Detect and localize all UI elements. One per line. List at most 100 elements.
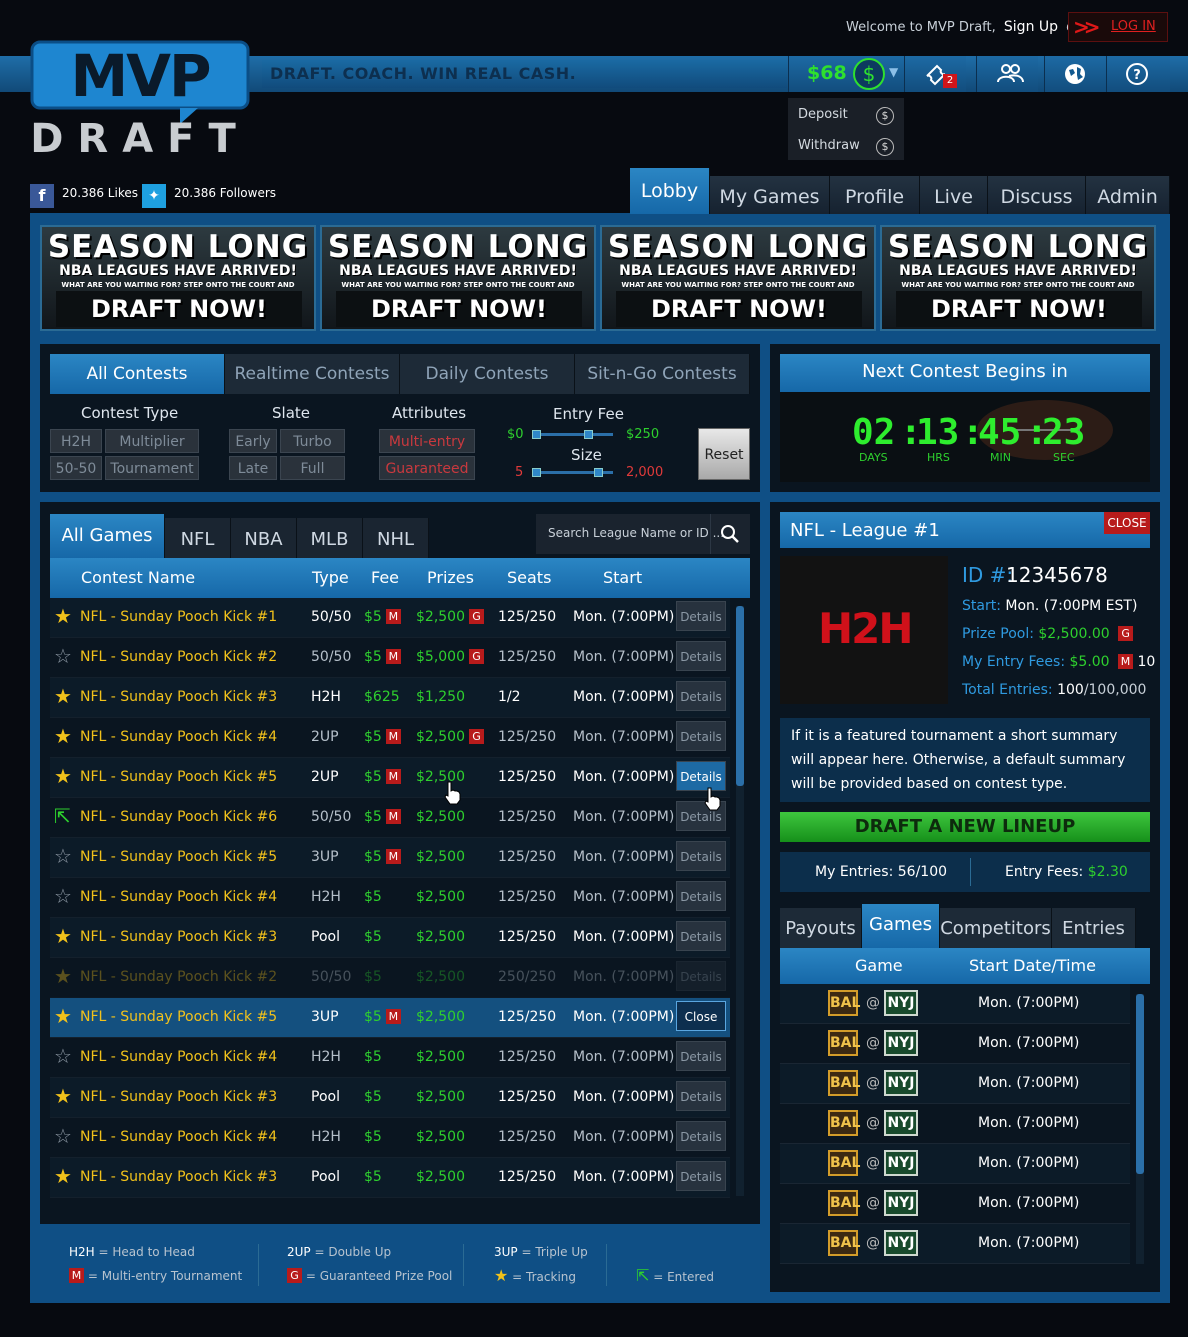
star-icon[interactable]: ★ bbox=[54, 686, 72, 706]
tab-games[interactable]: Games bbox=[862, 904, 940, 948]
table-row[interactable]: ★ NFL - Sunday Pooch Kick #1 50/50 $5 M $2,50… bbox=[50, 598, 730, 638]
tab-discuss[interactable]: Discuss bbox=[988, 176, 1086, 214]
details-button[interactable]: Details bbox=[676, 1081, 726, 1111]
search-input[interactable]: Search League Name or ID ... bbox=[548, 526, 724, 540]
star-icon[interactable]: ★ bbox=[54, 606, 72, 626]
details-button[interactable]: Details bbox=[676, 1041, 726, 1071]
tab-payouts[interactable]: Payouts bbox=[780, 908, 862, 948]
star-icon[interactable]: ★ bbox=[54, 1166, 72, 1186]
tab-all-contests[interactable]: All Contests bbox=[50, 354, 225, 394]
contest-name[interactable]: NFL - Sunday Pooch Kick #2 bbox=[80, 969, 277, 985]
contest-name[interactable]: NFL - Sunday Pooch Kick #4 bbox=[80, 1049, 277, 1065]
star-icon[interactable]: ★ bbox=[54, 1006, 72, 1026]
header-start[interactable]: Start bbox=[603, 568, 642, 587]
withdraw-menu-item[interactable]: Withdraw bbox=[798, 138, 860, 153]
details-button[interactable]: Details bbox=[676, 601, 726, 631]
tickets-button[interactable]: 2 bbox=[904, 56, 966, 92]
filter-h2h[interactable]: H2H bbox=[50, 429, 102, 453]
table-row[interactable]: ⇱ NFL - Sunday Pooch Kick #6 50/50 $5 M $2,50… bbox=[50, 798, 730, 838]
fee-slider-min-handle[interactable] bbox=[532, 430, 541, 439]
filter-multi-entry[interactable]: Multi-entry bbox=[379, 429, 475, 453]
tab-sit-n-go-contests[interactable]: Sit-n-Go Contests bbox=[575, 354, 750, 394]
details-button[interactable]: Details bbox=[676, 881, 726, 911]
header-contest-name[interactable]: Contest Name bbox=[81, 568, 195, 587]
contest-name[interactable]: NFL - Sunday Pooch Kick #2 bbox=[80, 649, 277, 665]
tab-all-games[interactable]: All Games bbox=[50, 514, 165, 558]
game-row[interactable]: BAL @ NYJ Mon. (7:00PM) bbox=[780, 1144, 1130, 1184]
star-outline-icon[interactable]: ☆ bbox=[54, 1126, 72, 1146]
header-prizes[interactable]: Prizes bbox=[427, 568, 474, 587]
contest-name[interactable]: NFL - Sunday Pooch Kick #4 bbox=[80, 729, 277, 745]
table-row[interactable]: ☆ NFL - Sunday Pooch Kick #4 H2H $5 $2,500 12… bbox=[50, 1038, 730, 1078]
star-outline-icon[interactable]: ☆ bbox=[54, 646, 72, 666]
promo-banner[interactable]: SEASON LONG NBA LEAGUES HAVE ARRIVED! WH… bbox=[40, 225, 316, 331]
table-row[interactable]: ★ NFL - Sunday Pooch Kick #3 Pool $5 $2,500 1… bbox=[50, 918, 730, 958]
header-fee[interactable]: Fee bbox=[371, 568, 399, 587]
contest-name[interactable]: NFL - Sunday Pooch Kick #4 bbox=[80, 889, 277, 905]
tab-competitors[interactable]: Competitors bbox=[940, 908, 1052, 948]
header-type[interactable]: Type bbox=[312, 568, 349, 587]
promo-banner[interactable]: SEASON LONG NBA LEAGUES HAVE ARRIVED! WH… bbox=[880, 225, 1156, 331]
contest-name[interactable]: NFL - Sunday Pooch Kick #4 bbox=[80, 1129, 277, 1145]
balance-display[interactable]: $68 $ ▼ bbox=[788, 56, 904, 92]
table-row[interactable]: ★ NFL - Sunday Pooch Kick #5 2UP $5 M $2,500 1… bbox=[50, 758, 730, 798]
filter-tournament[interactable]: Tournament bbox=[105, 456, 199, 480]
globe-button[interactable] bbox=[1044, 56, 1106, 92]
signup-link[interactable]: Sign Up bbox=[1004, 19, 1058, 35]
contest-scrollbar-thumb[interactable] bbox=[736, 606, 744, 786]
star-icon[interactable]: ★ bbox=[54, 766, 72, 786]
details-button[interactable]: Details bbox=[676, 1161, 726, 1191]
mvp-draft-logo[interactable]: MVP DRAFT bbox=[30, 40, 250, 162]
help-button[interactable]: ? bbox=[1106, 56, 1170, 92]
tab-nfl[interactable]: NFL bbox=[165, 518, 231, 558]
game-row[interactable]: BAL @ NYJ Mon. (7:00PM) bbox=[780, 1184, 1130, 1224]
star-icon[interactable]: ★ bbox=[54, 1086, 72, 1106]
details-button[interactable]: Details bbox=[676, 961, 726, 991]
tab-daily-contests[interactable]: Daily Contests bbox=[400, 354, 575, 394]
tab-admin[interactable]: Admin bbox=[1086, 176, 1170, 214]
contest-name[interactable]: NFL - Sunday Pooch Kick #5 bbox=[80, 1009, 277, 1025]
star-icon[interactable]: ★ bbox=[54, 726, 72, 746]
details-button[interactable]: Details bbox=[676, 921, 726, 951]
filter-multiplier[interactable]: Multiplier bbox=[105, 429, 199, 453]
close-details-button[interactable]: Close bbox=[676, 1001, 726, 1031]
details-button[interactable]: Details bbox=[676, 841, 726, 871]
contest-name[interactable]: NFL - Sunday Pooch Kick #5 bbox=[80, 769, 277, 785]
size-slider-min-handle[interactable] bbox=[532, 468, 541, 477]
search-icon[interactable] bbox=[720, 524, 740, 544]
tab-realtime-contests[interactable]: Realtime Contests bbox=[225, 354, 400, 394]
games-scrollbar-thumb[interactable] bbox=[1136, 994, 1144, 1174]
facebook-icon[interactable]: f bbox=[30, 184, 54, 208]
login-button[interactable]: >> LOG IN bbox=[1068, 12, 1168, 42]
search-box[interactable]: Search League Name or ID ... bbox=[536, 514, 750, 554]
tab-my-games[interactable]: My Games bbox=[710, 176, 830, 214]
table-row[interactable]: ☆ NFL - Sunday Pooch Kick #4 H2H $5 $2,500 12… bbox=[50, 1118, 730, 1158]
header-seats[interactable]: Seats bbox=[507, 568, 551, 587]
tab-lobby[interactable]: Lobby bbox=[630, 168, 710, 214]
tab-mlb[interactable]: MLB bbox=[297, 518, 363, 558]
size-slider-max-handle[interactable] bbox=[594, 468, 603, 477]
contest-name[interactable]: NFL - Sunday Pooch Kick #6 bbox=[80, 809, 277, 825]
table-row[interactable]: ☆ NFL - Sunday Pooch Kick #4 H2H $5 $2,500 12… bbox=[50, 878, 730, 918]
game-row[interactable]: BAL @ NYJ Mon. (7:00PM) bbox=[780, 1104, 1130, 1144]
tab-profile[interactable]: Profile bbox=[830, 176, 920, 214]
contest-name[interactable]: NFL - Sunday Pooch Kick #5 bbox=[80, 849, 277, 865]
tab-nhl[interactable]: NHL bbox=[363, 518, 429, 558]
game-row[interactable]: BAL @ NYJ Mon. (7:00PM) bbox=[780, 1224, 1130, 1264]
game-row[interactable]: BAL @ NYJ Mon. (7:00PM) bbox=[780, 1064, 1130, 1104]
tab-entries[interactable]: Entries bbox=[1052, 908, 1136, 948]
tab-nba[interactable]: NBA bbox=[231, 518, 297, 558]
tab-live[interactable]: Live bbox=[920, 176, 988, 214]
table-row[interactable]: ☆ NFL - Sunday Pooch Kick #5 3UP $5 M $2,500 1… bbox=[50, 838, 730, 878]
game-row[interactable]: BAL @ NYJ Mon. (7:00PM) bbox=[780, 1024, 1130, 1064]
promo-banner[interactable]: SEASON LONG NBA LEAGUES HAVE ARRIVED! WH… bbox=[320, 225, 596, 331]
star-outline-icon[interactable]: ☆ bbox=[54, 846, 72, 866]
twitter-icon[interactable]: ✦ bbox=[142, 184, 166, 208]
filter-turbo[interactable]: Turbo bbox=[280, 429, 345, 453]
star-outline-icon[interactable]: ☆ bbox=[54, 886, 72, 906]
table-row[interactable]: ☆ NFL - Sunday Pooch Kick #2 50/50 $5 M $5,00… bbox=[50, 638, 730, 678]
chevron-down-icon[interactable]: ▼ bbox=[889, 65, 898, 79]
table-row[interactable]: ★ NFL - Sunday Pooch Kick #5 3UP $5 M $2,500 1… bbox=[50, 998, 730, 1038]
table-row[interactable]: ★ NFL - Sunday Pooch Kick #3 Pool $5 $2,500 1… bbox=[50, 1078, 730, 1118]
contest-name[interactable]: NFL - Sunday Pooch Kick #3 bbox=[80, 1169, 277, 1185]
